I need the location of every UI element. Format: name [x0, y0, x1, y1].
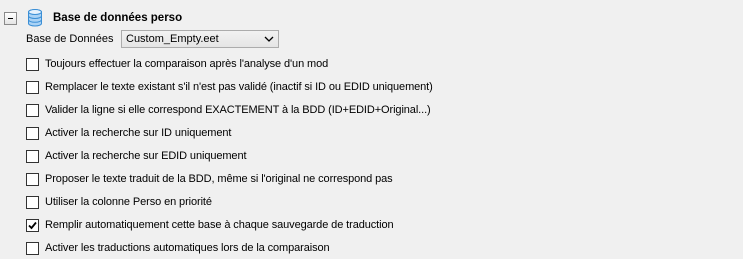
database-label: Base de Données [26, 33, 114, 45]
option-validate-exact-match[interactable]: Valider la ligne si elle correspond EXAC… [26, 102, 431, 118]
option-propose-translated-text[interactable]: Proposer le texte traduit de la BDD, mêm… [26, 171, 393, 187]
database-select[interactable]: Custom_Empty.eet [121, 30, 279, 48]
option-search-edid-only[interactable]: Activer la recherche sur EDID uniquement [26, 148, 247, 164]
option-label: Activer les traductions automatiques lor… [45, 242, 330, 254]
section-title: Base de données perso [53, 12, 183, 24]
checkbox[interactable] [26, 149, 39, 163]
section-header: Base de données perso [4, 8, 182, 28]
checkbox[interactable] [26, 195, 39, 209]
checkbox[interactable] [26, 80, 39, 94]
checkbox[interactable] [26, 172, 39, 186]
database-row: Base de Données Custom_Empty.eet [26, 30, 279, 48]
option-label: Remplir automatiquement cette base à cha… [45, 219, 394, 231]
option-label: Utiliser la colonne Perso en priorité [45, 196, 212, 208]
option-autofill-on-save[interactable]: Remplir automatiquement cette base à cha… [26, 217, 394, 233]
option-search-id-only[interactable]: Activer la recherche sur ID uniquement [26, 125, 231, 141]
collapse-button[interactable] [4, 11, 17, 25]
checkbox[interactable] [26, 126, 39, 140]
option-label: Valider la ligne si elle correspond EXAC… [45, 104, 431, 116]
option-compare-after-analysis[interactable]: Toujours effectuer la comparaison après … [26, 56, 328, 72]
option-label: Remplacer le texte existant s'il n'est p… [45, 81, 433, 93]
option-use-perso-column[interactable]: Utiliser la colonne Perso en priorité [26, 194, 212, 210]
custom-database-panel: Base de données perso Base de Données Cu… [0, 0, 743, 259]
chevron-down-icon [264, 36, 274, 42]
option-label: Activer la recherche sur ID uniquement [45, 127, 232, 139]
option-auto-translations[interactable]: Activer les traductions automatiques lor… [26, 240, 330, 256]
minus-icon [8, 17, 13, 19]
checkmark-icon [28, 221, 37, 229]
option-replace-unvalidated[interactable]: Remplacer le texte existant s'il n'est p… [26, 79, 433, 95]
database-icon [28, 9, 42, 27]
checkbox[interactable] [26, 57, 39, 71]
option-label: Toujours effectuer la comparaison après … [45, 58, 329, 70]
database-select-value: Custom_Empty.eet [126, 33, 219, 45]
checkbox[interactable] [26, 103, 39, 117]
checkbox[interactable] [26, 241, 39, 255]
option-label: Activer la recherche sur EDID uniquement [45, 150, 247, 162]
checkbox[interactable] [26, 218, 39, 232]
option-label: Proposer le texte traduit de la BDD, mêm… [45, 173, 393, 185]
